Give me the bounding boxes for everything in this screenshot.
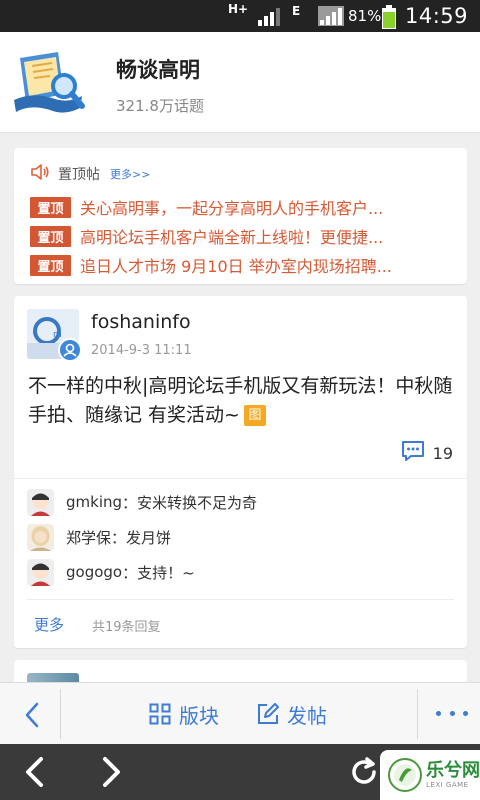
reply-user: gmking xyxy=(66,493,123,511)
forum-header: 畅谈高明 321.8万话题 xyxy=(0,32,480,133)
edit-icon xyxy=(257,703,279,725)
user-badge-icon xyxy=(58,338,82,362)
bottom-toolbar: 版块 发帖 xyxy=(0,682,480,744)
reply-separator: ： xyxy=(122,493,138,512)
reply-avatar xyxy=(27,523,54,551)
reply-user: gogogo xyxy=(66,563,123,581)
network-type-e: E xyxy=(292,4,301,18)
divider xyxy=(14,478,467,479)
pinned-item-title: 追日人才市场 9月10日 举办室内现场招聘... xyxy=(80,257,392,276)
battery-percent: 81% xyxy=(348,7,382,25)
forum-title: 畅谈高明 xyxy=(116,58,200,82)
browser-refresh-button[interactable] xyxy=(348,756,380,788)
comment-icon xyxy=(401,440,425,466)
watermark-logo-icon xyxy=(388,758,422,792)
watermark-text: 乐兮网 LEXI GAME xyxy=(426,760,480,790)
pinned-item[interactable]: 置顶 高明论坛手机客户端全新上线啦！更便捷... xyxy=(30,225,460,247)
pinned-item[interactable]: 置顶 追日人才市场 9月10日 举办室内现场招聘... xyxy=(30,254,460,276)
reply-avatar xyxy=(27,558,54,586)
signal-strength-icon xyxy=(258,0,284,32)
divider xyxy=(417,689,418,739)
new-post-label: 发帖 xyxy=(287,703,327,728)
menu-dots-icon xyxy=(463,710,468,716)
post-card[interactable]: m foshaninfo 2014-9-3 11:11 不一样的中秋|高明论坛手… xyxy=(14,296,467,648)
pinned-label: 置顶帖 xyxy=(58,167,100,183)
forums-button[interactable]: 版块 xyxy=(149,699,219,729)
comment-count: 19 xyxy=(432,443,453,463)
reply-separator: ： xyxy=(122,563,138,582)
post-title-text: 不一样的中秋|高明论坛手机版又有新玩法！中秋随手拍、随缘记 有奖活动~ xyxy=(28,375,453,426)
new-post-button[interactable]: 发帖 xyxy=(257,699,327,729)
chevron-left-icon xyxy=(25,702,39,728)
pinned-tag: 置顶 xyxy=(30,225,71,247)
signal-strength-2-icon xyxy=(318,0,344,32)
more-replies-link[interactable]: 更多 xyxy=(34,614,64,635)
post-author[interactable]: foshaninfo xyxy=(91,311,191,333)
watermark-sub: LEXI GAME xyxy=(426,781,469,789)
pinned-more-link[interactable]: 更多>> xyxy=(110,166,150,182)
image-badge: 图 xyxy=(243,405,266,426)
back-button[interactable] xyxy=(18,701,46,729)
reply-separator: ： xyxy=(111,528,127,547)
menu-dots-icon xyxy=(449,710,455,716)
pinned-item-title: 关心高明事，一起分享高明人的手机客户... xyxy=(80,199,384,218)
total-replies: 共19条回复 xyxy=(92,620,161,635)
site-watermark: 乐兮网 LEXI GAME xyxy=(380,750,480,800)
pinned-item-title: 高明论坛手机客户端全新上线啦！更便捷... xyxy=(80,228,384,247)
network-type-hplus: H+ xyxy=(228,2,249,16)
pinned-header: 置顶帖 更多>> xyxy=(30,164,150,184)
reply-item[interactable]: gmking：安米转换不足为奇 xyxy=(27,488,257,516)
battery-icon xyxy=(381,5,397,29)
pinned-tag: 置顶 xyxy=(30,196,71,218)
menu-dots-icon xyxy=(436,710,441,716)
browser-forward-button[interactable] xyxy=(96,756,128,788)
arrow-right-icon xyxy=(103,757,120,787)
more-menu-button[interactable] xyxy=(436,703,468,723)
clock: 14:59 xyxy=(405,4,469,28)
reply-user: 郑学保 xyxy=(66,528,112,547)
reply-item[interactable]: gogogo：支持！~ xyxy=(27,558,195,586)
forums-label: 版块 xyxy=(179,703,219,728)
reply-item[interactable]: 郑学保：发月饼 xyxy=(27,523,171,551)
comment-count-button[interactable]: 19 xyxy=(401,440,453,466)
watermark-main: 乐兮网 xyxy=(426,760,480,781)
post-time: 2014-9-3 11:11 xyxy=(91,343,192,358)
status-bar: H+ E 81% 14:59 xyxy=(0,0,480,32)
browser-back-button[interactable] xyxy=(18,756,50,788)
pinned-item[interactable]: 置顶 关心高明事，一起分享高明人的手机客户... xyxy=(30,196,460,218)
refresh-icon xyxy=(352,757,376,784)
divider xyxy=(60,689,61,739)
pinned-tag: 置顶 xyxy=(30,254,71,276)
post-title[interactable]: 不一样的中秋|高明论坛手机版又有新玩法！中秋随手拍、随缘记 有奖活动~ 图 xyxy=(28,372,453,430)
reply-text: 支持！~ xyxy=(137,563,195,582)
divider xyxy=(27,599,454,600)
pinned-posts-card: 置顶帖 更多>> 置顶 关心高明事，一起分享高明人的手机客户... 置顶 高明论… xyxy=(14,148,467,284)
speaker-icon xyxy=(30,163,50,185)
reply-text: 发月饼 xyxy=(126,528,172,547)
arrow-left-icon xyxy=(26,757,43,787)
grid-icon xyxy=(149,703,171,725)
svg-text:m: m xyxy=(53,330,62,340)
reply-avatar xyxy=(27,488,54,516)
forum-logo-icon xyxy=(12,48,88,120)
topic-count: 321.8万话题 xyxy=(116,97,204,115)
reply-text: 安米转换不足为奇 xyxy=(137,493,258,512)
